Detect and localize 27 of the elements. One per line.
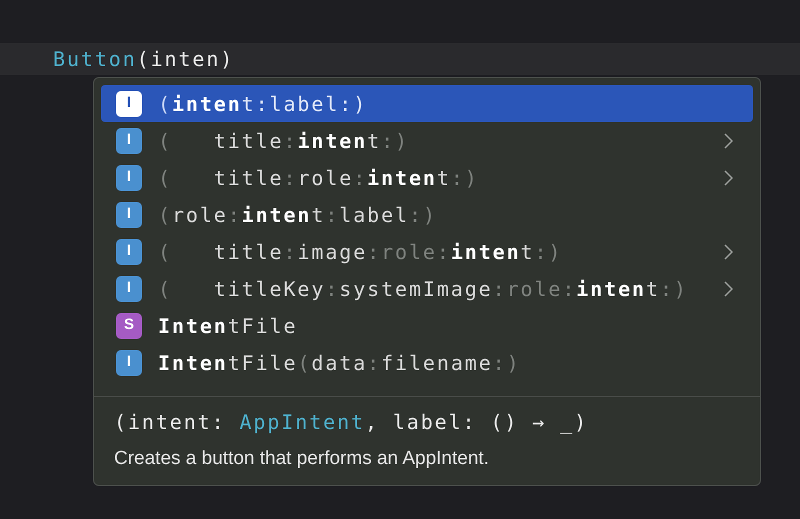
badge-icon: I [116, 350, 142, 376]
completion-text: (role:inten t:label:) [158, 202, 437, 228]
completion-text: ( title:intent:) [158, 128, 409, 154]
code-line: Button(inten) [53, 46, 234, 73]
completion-item[interactable]: I ( title:role:inten t:) [101, 159, 753, 196]
badge-icon: I [116, 238, 142, 264]
badge-icon: I [116, 128, 142, 154]
completion-item[interactable]: I ( title:image:role:intent:) [101, 233, 753, 270]
completion-text: Inten tFile(data:filename:) [158, 350, 521, 376]
completion-item[interactable]: I ( titleKey:systemImage:role:inten t:) [101, 270, 753, 307]
completion-item[interactable]: I (role:inten t:label:) [101, 196, 753, 233]
badge-icon: I [116, 202, 142, 228]
badge-icon: I [116, 90, 142, 116]
badge-icon: S [116, 312, 142, 338]
badge-icon: I [116, 276, 142, 302]
completion-item[interactable]: I (intent:label:) [101, 85, 753, 122]
completion-text: ( title:role:inten t:) [158, 164, 479, 192]
completion-text: (intent:label:) [158, 90, 368, 118]
completion-text: ( title:image:role:intent:) [158, 238, 562, 266]
badge-icon: I [116, 164, 142, 190]
completion-item[interactable]: I Inten tFile(data:filename:) [101, 344, 753, 381]
completion-text: ( titleKey:systemImage:role:inten t:) [158, 276, 688, 302]
signature-text: (intent: AppIntent, label: () → _) [114, 408, 590, 436]
completion-text: Inten tFile [158, 312, 298, 340]
completion-item[interactable]: I ( title:intent:) [101, 122, 753, 159]
description-text: Creates a button that performs an AppIntent. [114, 446, 490, 470]
completion-item[interactable]: S Inten tFile [101, 307, 753, 344]
